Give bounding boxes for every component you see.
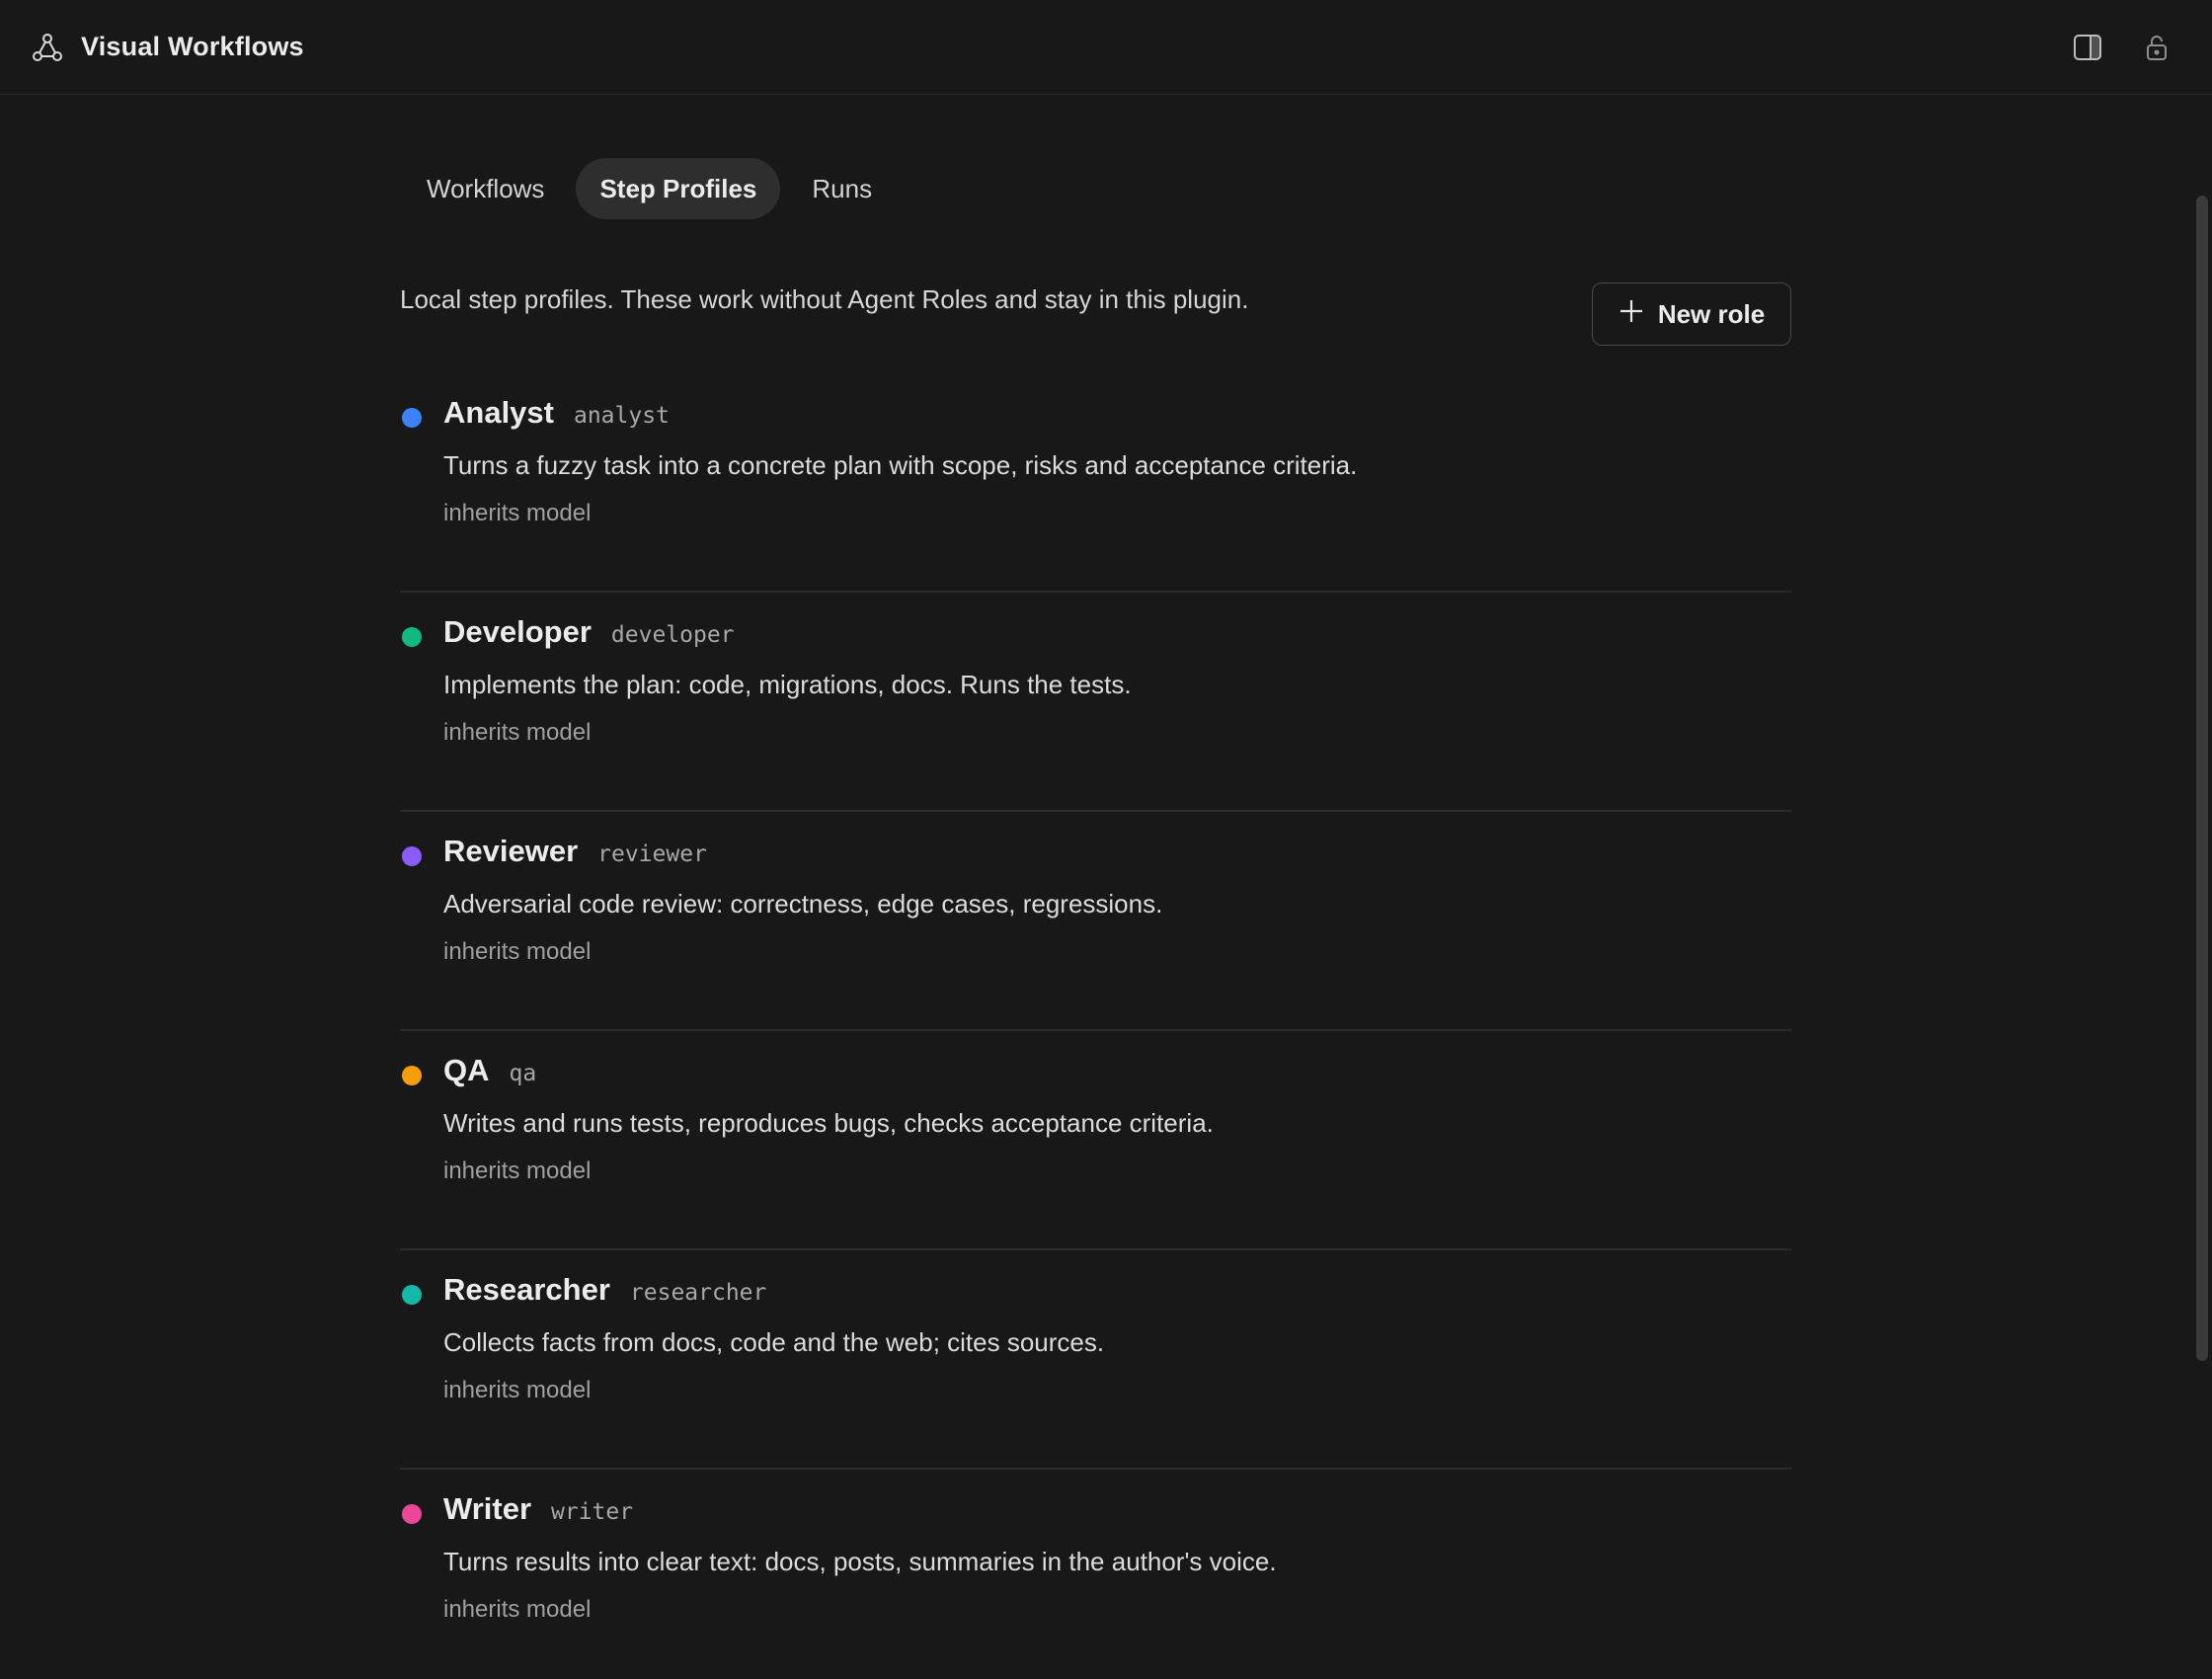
role-model: inherits model <box>443 1596 592 1623</box>
role-item-analyst[interactable]: Analyst analyst Turns a fuzzy task into … <box>400 373 1791 593</box>
tab-bar: Workflows Step Profiles Runs <box>403 158 896 219</box>
tab-workflows[interactable]: Workflows <box>403 158 568 219</box>
role-color-dot <box>402 1285 422 1305</box>
role-title-row: Writer writer <box>443 1491 633 1527</box>
role-name: Reviewer <box>443 834 579 868</box>
scrollbar[interactable] <box>2190 95 2212 1679</box>
role-title-row: Developer developer <box>443 614 735 650</box>
tab-step-profiles[interactable]: Step Profiles <box>576 158 781 219</box>
role-item-researcher[interactable]: Researcher researcher Collects facts fro… <box>400 1250 1791 1470</box>
role-key: analyst <box>573 403 670 429</box>
role-item-writer[interactable]: Writer writer Turns results into clear t… <box>400 1470 1791 1679</box>
role-name: Researcher <box>443 1272 610 1307</box>
header-actions <box>2070 30 2174 65</box>
role-color-dot <box>402 408 422 428</box>
role-description: Turns results into clear text: docs, pos… <box>443 1547 1277 1576</box>
role-description: Implements the plan: code, migrations, d… <box>443 670 1132 699</box>
role-model: inherits model <box>443 1158 592 1184</box>
role-key: developer <box>610 622 735 648</box>
plus-icon <box>1619 298 1644 331</box>
role-description: Collects facts from docs, code and the w… <box>443 1327 1105 1357</box>
role-description: Turns a fuzzy task into a concrete plan … <box>443 450 1358 480</box>
new-role-button[interactable]: New role <box>1592 282 1791 346</box>
role-title-row: Reviewer reviewer <box>443 834 707 869</box>
role-name: Writer <box>443 1491 532 1526</box>
role-title-row: QA qa <box>443 1053 536 1088</box>
tab-runs[interactable]: Runs <box>788 158 896 219</box>
scrollbar-thumb[interactable] <box>2196 196 2208 1361</box>
app-title: Visual Workflows <box>81 32 304 61</box>
role-name: QA <box>443 1053 490 1087</box>
header-brand: Visual Workflows <box>30 30 304 65</box>
unlock-icon[interactable] <box>2139 30 2174 65</box>
role-color-dot <box>402 1504 422 1524</box>
split-panel-icon[interactable] <box>2070 30 2105 65</box>
role-model: inherits model <box>443 1377 592 1403</box>
role-item-reviewer[interactable]: Reviewer reviewer Adversarial code revie… <box>400 812 1791 1031</box>
role-item-qa[interactable]: QA qa Writes and runs tests, reproduces … <box>400 1031 1791 1250</box>
role-color-dot <box>402 846 422 866</box>
role-key: qa <box>509 1061 537 1086</box>
role-title-row: Analyst analyst <box>443 395 670 431</box>
new-role-label: New role <box>1657 298 1766 329</box>
role-color-dot <box>402 627 422 647</box>
role-key: reviewer <box>597 841 707 867</box>
role-key: writer <box>551 1499 634 1525</box>
workflow-icon <box>30 30 65 65</box>
role-model: inherits model <box>443 500 592 526</box>
role-name: Analyst <box>443 395 554 430</box>
role-key: researcher <box>629 1280 767 1306</box>
role-title-row: Researcher researcher <box>443 1272 766 1308</box>
role-model: inherits model <box>443 938 592 965</box>
role-description: Adversarial code review: correctness, ed… <box>443 889 1163 919</box>
role-description: Writes and runs tests, reproduces bugs, … <box>443 1108 1214 1138</box>
role-list: Analyst analyst Turns a fuzzy task into … <box>400 373 1791 1679</box>
intro-text: Local step profiles. These work without … <box>400 284 1249 314</box>
role-model: inherits model <box>443 719 592 746</box>
role-name: Developer <box>443 614 592 649</box>
app-window: Visual Workflows Workflows Step Profiles… <box>0 0 2212 1679</box>
header-bar: Visual Workflows <box>0 0 2212 95</box>
role-color-dot <box>402 1066 422 1085</box>
role-item-developer[interactable]: Developer developer Implements the plan:… <box>400 593 1791 812</box>
